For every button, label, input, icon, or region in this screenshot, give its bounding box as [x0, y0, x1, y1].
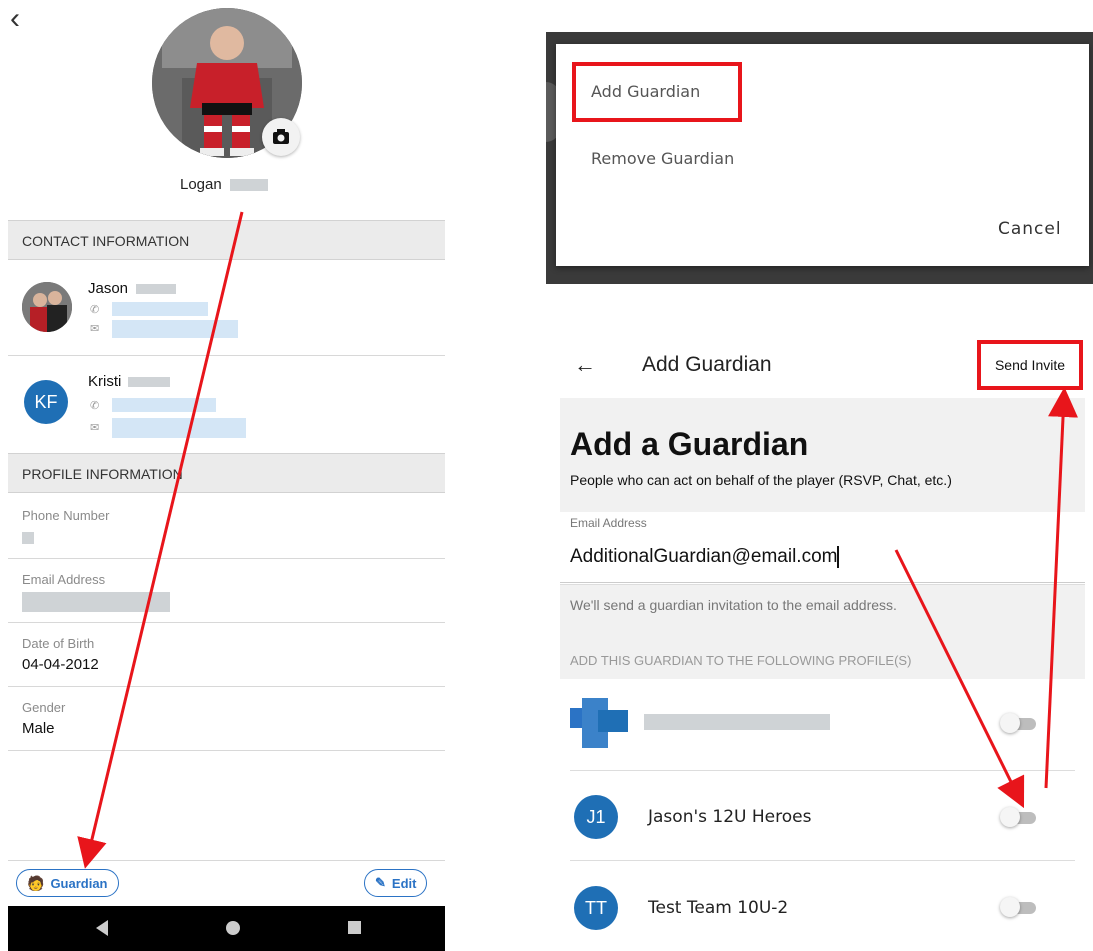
arrow-to-guardian — [77, 211, 244, 869]
arrow-to-send-invite — [1044, 387, 1079, 789]
annotation-arrows — [77, 211, 1079, 869]
arrow-to-toggle — [894, 549, 1025, 809]
